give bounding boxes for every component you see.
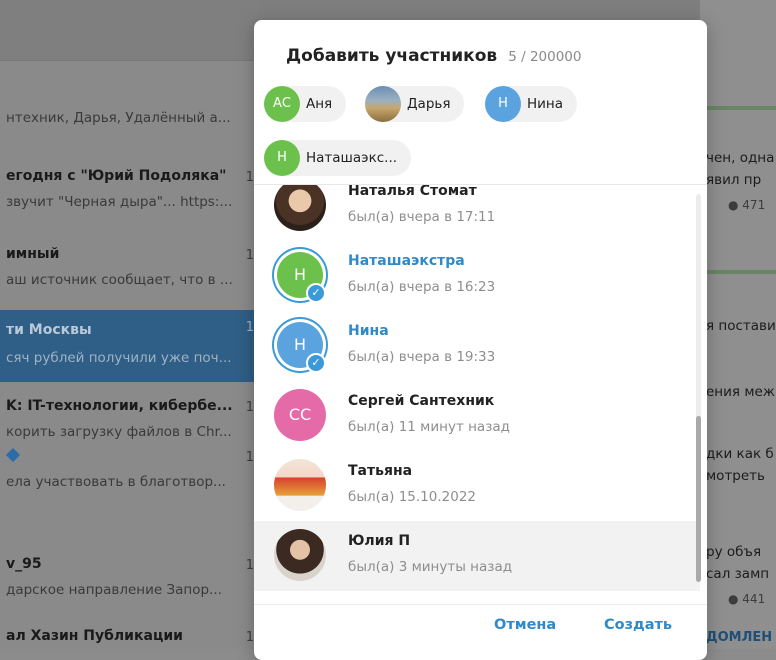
contact-row[interactable]: Н ✓ Наташаэкстра был(а) вчера в 16:23: [254, 241, 700, 311]
chat-title: v_95: [6, 556, 42, 572]
chat-row[interactable]: имный 1 аш источник сообщает, что в ...: [0, 238, 258, 302]
chat-row[interactable]: ал Хазин Публикации 1: [0, 620, 258, 649]
cancel-button[interactable]: Отмена: [494, 610, 556, 640]
chat-preview: аш источник сообщает, что в ...: [6, 272, 233, 288]
message-link[interactable]: ДОМЛЕН: [706, 630, 772, 645]
contact-name: Юлия П: [348, 533, 411, 549]
dialog-header: Добавить участников 5 / 200000: [286, 46, 687, 72]
chat-list-pane: нтехник, Дарья, Удалённый а... егодня с …: [0, 0, 258, 649]
contact-name: Наташаэкстра: [348, 253, 465, 269]
chat-preview: ела участвовать в благотвор...: [6, 474, 226, 490]
chip-label: Нина: [527, 96, 564, 112]
dialog-title: Добавить участников: [286, 46, 498, 66]
chat-row[interactable]: v_95 1 дарское направление Запор...: [0, 548, 258, 612]
message-text: сал замп: [706, 566, 770, 582]
chat-preview: дарское направление Запор...: [6, 582, 222, 598]
member-count: 5 / 200000: [508, 49, 582, 65]
chip-label: Наташаэкс...: [306, 150, 398, 166]
chip-label: Аня: [306, 96, 333, 112]
contact-row[interactable]: Татьяна был(а) 15.10.2022: [254, 451, 700, 521]
chat-preview: корить загрузку файлов в Chr...: [6, 424, 232, 440]
contact-name: Сергей Сантехник: [348, 393, 495, 409]
avatar: Н: [264, 140, 300, 176]
contact-row[interactable]: Н ✓ Нина был(а) вчера в 19:33: [254, 311, 700, 381]
chat-preview: нтехник, Дарья, Удалённый а...: [6, 110, 231, 126]
portrait-photo-icon: [274, 185, 326, 231]
message-text: ения меж: [706, 384, 775, 400]
chip-label: Дарья: [407, 96, 451, 112]
chat-title: K: IT-технологии, кибербе...: [6, 398, 233, 414]
avatar: СС: [274, 389, 326, 441]
message-text: явил пр: [706, 172, 762, 188]
chat-row[interactable]: егодня с "Юрий Подоляка" 1 звучит "Черна…: [0, 160, 258, 224]
chat-preview: звучит "Черная дыра"... https:...: [6, 194, 233, 210]
avatar: АС: [264, 86, 300, 122]
chat-time: 1: [245, 320, 254, 335]
member-chip[interactable]: Н Нина: [485, 86, 578, 122]
chat-row[interactable]: 1 ела участвовать в благотвор...: [0, 440, 258, 504]
views-count: ● 471: [728, 198, 766, 212]
chat-list-header: [0, 0, 258, 61]
chat-row[interactable]: нтехник, Дарья, Удалённый а...: [0, 98, 258, 162]
contact-status: был(а) 15.10.2022: [348, 489, 477, 505]
eye-icon: ●: [728, 592, 743, 606]
contact-list: Наталья Стомат был(а) вчера в 17:11 Н ✓ …: [254, 185, 707, 603]
verified-icon: [6, 448, 21, 463]
message-divider: [700, 106, 776, 110]
dimmed-header: [258, 0, 700, 20]
chat-time: 1: [245, 450, 254, 465]
chat-time: 1: [245, 400, 254, 415]
chat-title: ал Хазин Публикации: [6, 628, 183, 644]
chat-time: 1: [245, 170, 254, 185]
member-chip[interactable]: Дарья: [365, 86, 465, 122]
contact-status: был(а) вчера в 19:33: [348, 349, 496, 365]
chat-title: имный: [6, 246, 60, 262]
create-button[interactable]: Создать: [604, 610, 672, 640]
portrait-photo-icon: [274, 529, 326, 581]
footer-divider: [254, 604, 707, 605]
message-pane: чен, одна явил пр ● 471 я постави ения м…: [700, 0, 776, 649]
chat-time: 1: [245, 558, 254, 573]
contact-row[interactable]: СС Сергей Сантехник был(а) 11 минут наза…: [254, 381, 700, 451]
scrollbar-thumb[interactable]: [696, 416, 701, 582]
message-text: чен, одна: [706, 150, 775, 166]
chat-title: ти Москвы: [6, 322, 92, 338]
chat-title: егодня с "Юрий Подоляка": [6, 168, 227, 184]
landscape-photo-icon: [365, 86, 401, 122]
contact-row[interactable]: Юлия П был(а) 3 минуты назад: [254, 521, 700, 591]
contact-status: был(а) 3 минуты назад: [348, 559, 513, 575]
contact-status: был(а) 11 минут назад: [348, 419, 510, 435]
chat-time: 1: [245, 630, 254, 645]
check-icon: ✓: [306, 353, 326, 373]
message-text: я постави: [706, 318, 776, 334]
contact-row[interactable]: Наталья Стомат был(а) вчера в 17:11: [254, 185, 700, 241]
member-chip[interactable]: АС Аня: [264, 86, 347, 122]
chat-time: 1: [245, 248, 254, 263]
contact-status: был(а) вчера в 16:23: [348, 279, 496, 295]
member-chip[interactable]: Н Наташаэкс...: [264, 140, 412, 176]
message-text: мотреть: [706, 468, 766, 484]
views-count: ● 441: [728, 592, 766, 606]
contact-status: был(а) вчера в 17:11: [348, 209, 496, 225]
add-members-dialog: Добавить участников 5 / 200000 АС Аня Да…: [254, 20, 707, 660]
contact-name: Нина: [348, 323, 389, 339]
chat-title: [6, 448, 236, 464]
chat-row-active[interactable]: ти Москвы 1 сяч рублей получили уже поч.…: [0, 310, 258, 382]
eye-icon: ●: [728, 198, 743, 212]
contact-name: Наталья Стомат: [348, 185, 477, 199]
chat-preview: сяч рублей получили уже поч...: [6, 350, 232, 366]
message-text: дки как б: [706, 446, 774, 462]
message-text: ру объя: [706, 544, 762, 560]
check-icon: ✓: [306, 283, 326, 303]
poster-photo-icon: [274, 459, 326, 511]
avatar: Н: [485, 86, 521, 122]
message-divider: [700, 270, 776, 274]
contact-name: Татьяна: [348, 463, 413, 479]
